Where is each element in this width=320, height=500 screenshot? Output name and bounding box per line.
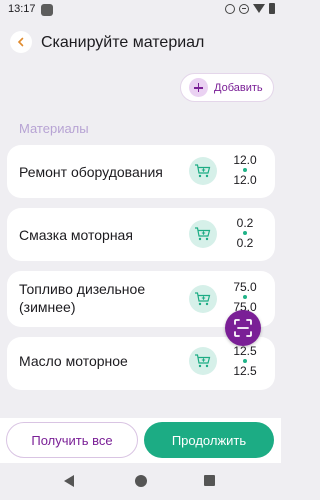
quantity-top: 12.0 <box>233 153 257 167</box>
quantity-bottom: 12.5 <box>233 364 257 378</box>
quantity-bottom: 12.0 <box>233 173 257 187</box>
cart-button[interactable] <box>189 157 217 185</box>
quantity: 12.0 12.0 <box>229 153 261 187</box>
system-nav-bar <box>0 463 281 500</box>
do-not-disturb-icon <box>239 3 249 14</box>
cart-icon <box>195 292 211 306</box>
quantity: 75.0 75.0 <box>229 280 261 314</box>
material-card[interactable]: Масло моторное 12.5 12.5 <box>7 337 275 390</box>
cart-icon <box>195 164 211 178</box>
back-button[interactable] <box>10 31 32 53</box>
cart-icon <box>195 227 211 241</box>
arrow-left-icon <box>17 37 24 47</box>
quantity-top: 75.0 <box>233 280 257 294</box>
wifi-off-icon <box>225 3 235 14</box>
cart-button[interactable] <box>189 220 217 248</box>
quantity-dot <box>243 168 247 172</box>
cart-button[interactable] <box>189 347 217 375</box>
battery-icon <box>269 3 275 14</box>
quantity-top: 0.2 <box>236 216 254 230</box>
status-icons <box>225 3 275 14</box>
status-bar: 13:17 <box>0 0 281 20</box>
cart-button[interactable] <box>189 285 217 313</box>
material-name: Масло моторное <box>19 353 128 369</box>
quantity-top: 12.5 <box>233 344 257 358</box>
quantity-dot <box>243 295 247 299</box>
material-name: Топливо дизельное (зимнее) <box>19 281 146 315</box>
material-name: Смазка моторная <box>19 227 133 243</box>
material-card[interactable]: Смазка моторная 0.2 0.2 <box>7 208 275 261</box>
app-header: Сканируйте материал <box>0 24 281 62</box>
scan-icon <box>234 319 252 337</box>
get-all-button[interactable]: Получить все <box>6 422 138 458</box>
section-label: Материалы <box>19 121 89 136</box>
quantity: 0.2 0.2 <box>229 216 261 250</box>
plus-icon <box>189 78 208 97</box>
wifi-icon <box>253 4 265 13</box>
nav-recents-icon[interactable] <box>204 475 215 486</box>
add-button[interactable]: Добавить <box>180 73 274 102</box>
cart-icon <box>195 354 211 368</box>
scan-button[interactable] <box>225 310 261 346</box>
material-name: Ремонт оборудования <box>19 164 163 180</box>
add-button-label: Добавить <box>214 81 263 94</box>
nav-home-icon[interactable] <box>135 475 147 487</box>
continue-button[interactable]: Продолжить <box>144 422 274 458</box>
quantity-bottom: 0.2 <box>236 236 254 250</box>
quantity-dot <box>243 359 247 363</box>
nav-back-icon[interactable] <box>64 475 74 487</box>
page-title: Сканируйте материал <box>41 34 205 51</box>
app-notification-icon <box>41 4 53 16</box>
quantity: 12.5 12.5 <box>229 344 261 378</box>
quantity-dot <box>243 231 247 235</box>
status-time: 13:17 <box>8 3 36 15</box>
material-card[interactable]: Ремонт оборудования 12.0 12.0 <box>7 145 275 198</box>
